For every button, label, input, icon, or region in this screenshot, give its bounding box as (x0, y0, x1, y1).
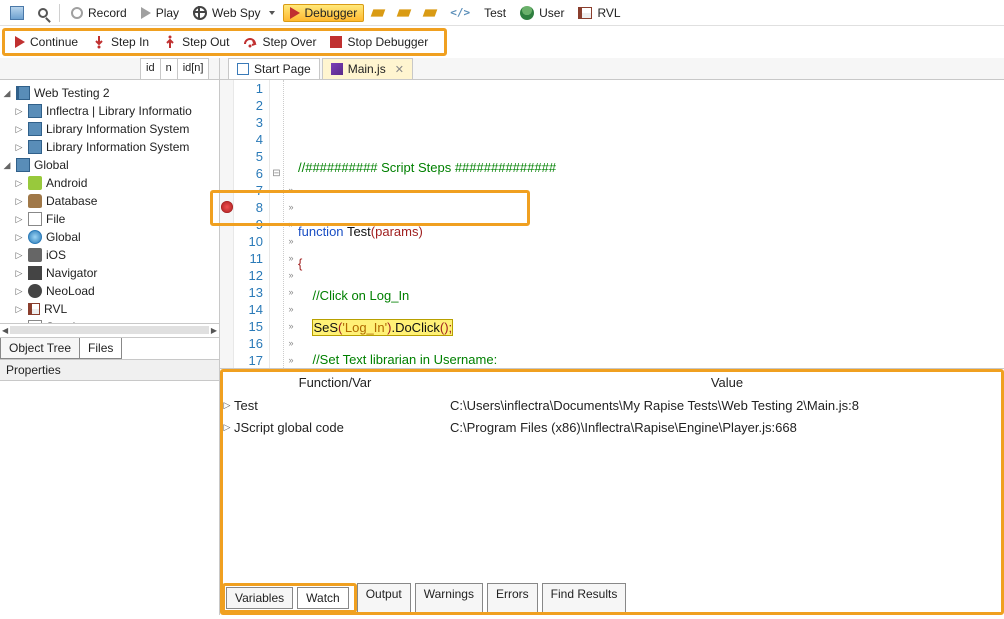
debug-panel: Function/Var Value ▷TestC:\Users\inflect… (220, 368, 1004, 615)
step-in-button[interactable]: Step In (86, 31, 155, 53)
code-button[interactable]: </> (444, 2, 476, 24)
watch-tab[interactable]: Watch (297, 587, 349, 609)
files-tab[interactable]: Files (79, 338, 122, 359)
find-button[interactable] (32, 2, 54, 24)
step-over-button[interactable]: Step Over (237, 31, 322, 53)
highlight-annotation: Variables Watch (222, 583, 357, 613)
callstack-row[interactable]: ▷JScript global codeC:\Program Files (x8… (220, 416, 1004, 438)
callstack-row[interactable]: ▷TestC:\Users\inflectra\Documents\My Rap… (220, 394, 1004, 416)
tree-item-rvl[interactable]: ▷RVL (0, 300, 219, 318)
step-out-button[interactable]: Step Out (157, 31, 235, 53)
tab-start-page[interactable]: Start Page (228, 58, 320, 79)
tree-item-global[interactable]: ▷Global (0, 228, 219, 246)
record-button[interactable]: Record (65, 2, 133, 24)
code-content[interactable]: //########## Script Steps ##############… (298, 80, 1004, 368)
stack2-button[interactable] (392, 2, 416, 24)
tree-item-file[interactable]: ▷File (0, 210, 219, 228)
errors-tab[interactable]: Errors (487, 583, 538, 613)
tree-item-neoload[interactable]: ▷NeoLoad (0, 282, 219, 300)
variables-tab[interactable]: Variables (226, 587, 293, 609)
object-tree-tab[interactable]: Object Tree (0, 338, 80, 359)
watch-header: Function/Var Value (220, 369, 1004, 394)
editor-tabstrip: Start Page Main.js✕ (220, 58, 1004, 80)
object-tree: ◢Web Testing 2 ▷Inflectra | Library Info… (0, 80, 219, 323)
filter-n[interactable]: n (160, 58, 178, 79)
tree-item-ios[interactable]: ▷iOS (0, 246, 219, 264)
close-icon[interactable]: ✕ (395, 63, 404, 76)
tree-item[interactable]: ▷Inflectra | Library Informatio (0, 102, 219, 120)
tree-item-android[interactable]: ▷Android (0, 174, 219, 192)
breakpoint-icon[interactable] (221, 201, 233, 213)
properties-panel (0, 381, 219, 616)
line-number-gutter: 1234567891011121314151617 (234, 80, 270, 368)
tree-root-global[interactable]: ◢Global (0, 156, 219, 174)
rvl-button[interactable]: RVL (572, 2, 626, 24)
stack3-button[interactable] (418, 2, 442, 24)
bottom-tabstrip: Variables Watch Output Warnings Errors F… (220, 581, 1004, 615)
test-button[interactable]: Test (478, 2, 512, 24)
filter-id[interactable]: id (140, 58, 161, 79)
user-button[interactable]: User (514, 2, 570, 24)
warnings-tab[interactable]: Warnings (415, 583, 483, 613)
tree-item[interactable]: ▷Library Information System (0, 120, 219, 138)
properties-header: Properties (0, 359, 219, 381)
stop-debugger-button[interactable]: Stop Debugger (324, 31, 434, 53)
tree-scrollbar[interactable]: ◀▶ (0, 323, 219, 337)
webspy-button[interactable]: Web Spy (187, 2, 280, 24)
code-editor[interactable]: 1234567891011121314151617 ⊟ »»»»»»»»»»» … (220, 80, 1004, 368)
tree-root-webtesting[interactable]: ◢Web Testing 2 (0, 84, 219, 102)
tree-item[interactable]: ▷Library Information System (0, 138, 219, 156)
page-icon (237, 63, 249, 75)
tab-main-js[interactable]: Main.js✕ (322, 58, 413, 79)
debugger-button[interactable]: Debugger (283, 4, 365, 22)
tree-item-navigator[interactable]: ▷Navigator (0, 264, 219, 282)
stack1-button[interactable] (366, 2, 390, 24)
filter-idn[interactable]: id[n] (177, 58, 210, 79)
save-button[interactable] (4, 2, 30, 24)
find-results-tab[interactable]: Find Results (542, 583, 627, 613)
tree-filter-tabs: id n id[n] (0, 58, 219, 80)
tree-item-database[interactable]: ▷Database (0, 192, 219, 210)
play-button[interactable]: Play (135, 2, 185, 24)
output-tab[interactable]: Output (357, 583, 411, 613)
main-toolbar: Record Play Web Spy Debugger </> Test Us… (0, 0, 1004, 26)
continue-button[interactable]: Continue (9, 31, 84, 53)
js-icon (331, 63, 343, 75)
debugger-toolbar: Continue Step In Step Out Step Over Stop… (2, 28, 447, 56)
